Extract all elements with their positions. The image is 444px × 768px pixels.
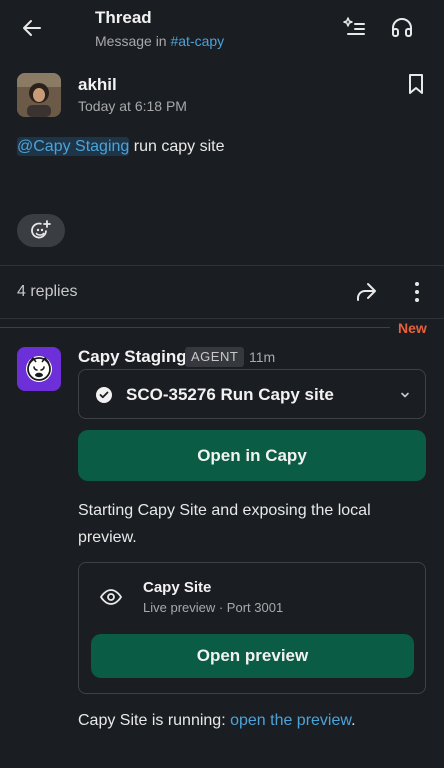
subtitle-prefix: Message in [95,33,171,49]
ai-sparkle-list-icon [343,17,365,35]
back-arrow-icon [23,20,41,36]
status-message: Starting Capy Site and exposing the loca… [78,502,371,546]
new-messages-divider [0,327,390,328]
check-circle-icon [96,387,112,403]
add-reaction-icon [31,219,51,238]
header-subtitle: Message in #at-capy [95,33,224,49]
final-prefix: Capy Site is running: [78,712,231,729]
site-title: Capy Site [143,579,212,596]
task-title: SCO-35276 Run Capy site [126,385,334,404]
open-in-capy-button[interactable]: Open in Capy [78,430,426,481]
page-title: Thread [95,8,152,27]
message-body: run capy site [129,138,225,155]
task-card[interactable]: SCO-35276 Run Capy site [78,369,426,419]
final-message: Capy Site is running: open the preview. [78,712,356,730]
chevron-down-icon[interactable] [399,388,411,400]
avatar[interactable] [17,73,61,117]
ai-summary-button[interactable] [342,15,366,39]
save-button[interactable] [407,73,429,97]
final-suffix: . [351,712,356,729]
site-subtitle: Live preview · Port 3001 [143,600,284,615]
eye-icon [99,585,123,609]
open-preview-link[interactable]: open the preview [230,712,351,729]
message-timestamp: Today at 6:18 PM [78,98,187,114]
headphones-icon [392,18,412,37]
site-preview-card: Capy Site Live preview · Port 3001 Open … [78,562,426,694]
message-timestamp: 11m [249,349,276,365]
back-button[interactable] [18,14,46,42]
thread-header: Thread Message in #at-capy [0,0,444,60]
new-messages-label: New [398,320,427,336]
bookmark-icon [409,74,423,94]
agent-badge: AGENT [185,347,245,367]
avatar[interactable] [17,347,61,391]
channel-link[interactable]: #at-capy [170,33,224,49]
author-name[interactable]: akhil [78,75,117,95]
mention-link[interactable]: @Capy Staging [17,137,130,156]
huddle-button[interactable] [390,15,414,39]
replies-count: 4 replies [17,283,78,300]
message-text: @Capy Staging run capy site [17,137,225,156]
share-icon [357,283,376,301]
replies-bar: 4 replies [0,266,444,318]
capy-logo-icon [26,356,52,382]
more-vertical-icon [415,282,419,302]
open-preview-button[interactable]: Open preview [91,634,414,678]
author-name[interactable]: Capy Staging [78,347,187,367]
share-button[interactable] [354,280,378,304]
parent-message: akhil Today at 6:18 PM @Capy Staging run… [0,60,444,265]
add-reaction-button[interactable] [17,214,65,247]
divider [0,318,444,319]
more-actions-button[interactable] [407,280,427,304]
